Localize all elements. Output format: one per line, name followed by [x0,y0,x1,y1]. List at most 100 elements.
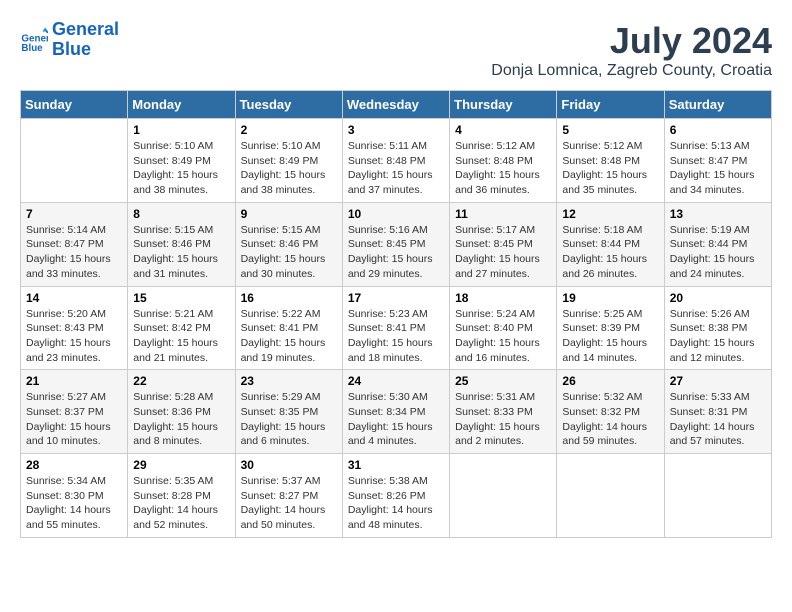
daylight-text-cont: and 21 minutes. [133,351,229,366]
sunrise-text: Sunrise: 5:20 AM [26,307,122,322]
daylight-text: Daylight: 15 hours [348,420,444,435]
column-header-friday: Friday [557,91,664,119]
day-info: Sunrise: 5:32 AMSunset: 8:32 PMDaylight:… [562,390,658,449]
daylight-text: Daylight: 15 hours [241,252,337,267]
day-number: 11 [455,207,551,221]
day-number: 29 [133,458,229,472]
daylight-text-cont: and 57 minutes. [670,434,766,449]
daylight-text: Daylight: 15 hours [241,336,337,351]
day-number: 7 [26,207,122,221]
day-number: 12 [562,207,658,221]
daylight-text: Daylight: 15 hours [670,336,766,351]
sunset-text: Sunset: 8:46 PM [133,237,229,252]
svg-text:Blue: Blue [21,43,43,54]
daylight-text: Daylight: 15 hours [26,336,122,351]
calendar-cell: 31Sunrise: 5:38 AMSunset: 8:26 PMDayligh… [342,454,449,538]
day-number: 10 [348,207,444,221]
day-number: 18 [455,291,551,305]
day-number: 15 [133,291,229,305]
calendar-cell: 28Sunrise: 5:34 AMSunset: 8:30 PMDayligh… [21,454,128,538]
calendar-cell: 16 Sunrise: 5:22 AMSunset: 8:41 PMDayligh… [235,286,342,370]
calendar-week-3: 14Sunrise: 5:20 AMSunset: 8:43 PMDayligh… [21,286,772,370]
day-info: Sunrise: 5:13 AMSunset: 8:47 PMDaylight:… [670,139,766,198]
day-info: Sunrise: 5:31 AMSunset: 8:33 PMDaylight:… [455,390,551,449]
calendar-cell: 12Sunrise: 5:18 AMSunset: 8:44 PMDayligh… [557,202,664,286]
daylight-text: Daylight: 15 hours [133,168,229,183]
sunrise-text: Sunrise: 5:17 AM [455,223,551,238]
calendar-cell: 25Sunrise: 5:31 AMSunset: 8:33 PMDayligh… [450,370,557,454]
logo: General Blue General Blue [20,20,119,60]
sunset-text: Sunset: 8:45 PM [455,237,551,252]
daylight-text-cont: and 59 minutes. [562,434,658,449]
daylight-text: Daylight: 15 hours [26,420,122,435]
calendar-header: SundayMondayTuesdayWednesdayThursdayFrid… [21,91,772,119]
day-number: 6 [670,123,766,137]
day-info: Sunrise: 5:12 AMSunset: 8:48 PMDaylight:… [562,139,658,198]
logo-text: General Blue [52,20,119,60]
daylight-text: Daylight: 15 hours [26,252,122,267]
day-info: Sunrise: 5:27 AMSunset: 8:37 PMDaylight:… [26,390,122,449]
day-number: 24 [348,374,444,388]
title-section: July 2024 Donja Lomnica, Zagreb County, … [491,20,772,80]
day-info: Sunrise: 5:16 AMSunset: 8:45 PMDaylight:… [348,223,444,282]
sunrise-text: Sunrise: 5:18 AM [562,223,658,238]
day-info: Sunrise: 5:21 AMSunset: 8:42 PMDaylight:… [133,307,229,366]
column-header-sunday: Sunday [21,91,128,119]
day-number: 31 [348,458,444,472]
sunset-text: Sunset: 8:27 PM [241,489,337,504]
calendar-cell: 1Sunrise: 5:10 AMSunset: 8:49 PMDaylight… [128,119,235,203]
daylight-text: Daylight: 15 hours [133,252,229,267]
sunrise-text: Sunrise: 5:23 AM [348,307,444,322]
daylight-text: Daylight: 14 hours [133,503,229,518]
calendar-cell [664,454,771,538]
sunrise-text: Sunrise: 5:19 AM [670,223,766,238]
daylight-text: Daylight: 15 hours [133,336,229,351]
sunset-text: Sunset: 8:30 PM [26,489,122,504]
sunrise-text: Sunrise: 5:37 AM [241,474,337,489]
sunrise-text: Sunrise: 5:15 AM [133,223,229,238]
daylight-text-cont: and 52 minutes. [133,518,229,533]
sunset-text: Sunset: 8:38 PM [670,321,766,336]
sunset-text: Sunset: 8:48 PM [455,154,551,169]
daylight-text: Daylight: 15 hours [562,252,658,267]
sunset-text: Sunset: 8:32 PM [562,405,658,420]
calendar-body: 1Sunrise: 5:10 AMSunset: 8:49 PMDaylight… [21,119,772,538]
day-number: 2 [241,123,337,137]
sunrise-text: Sunrise: 5:22 AM [241,307,337,322]
sunrise-text: Sunrise: 5:38 AM [348,474,444,489]
daylight-text-cont: and 38 minutes. [241,183,337,198]
sunset-text: Sunset: 8:42 PM [133,321,229,336]
calendar-cell: 15 Sunrise: 5:21 AMSunset: 8:42 PMDayligh… [128,286,235,370]
day-info: Sunrise: 5:10 AMSunset: 8:49 PMDaylight:… [133,139,229,198]
sunrise-text: Sunrise: 5:12 AM [562,139,658,154]
daylight-text-cont: and 19 minutes. [241,351,337,366]
sunset-text: Sunset: 8:48 PM [348,154,444,169]
sunrise-text: Sunrise: 5:13 AM [670,139,766,154]
day-number: 19 [562,291,658,305]
day-number: 4 [455,123,551,137]
sunrise-text: Sunrise: 5:31 AM [455,390,551,405]
sunrise-text: Sunrise: 5:11 AM [348,139,444,154]
sunset-text: Sunset: 8:41 PM [241,321,337,336]
column-header-tuesday: Tuesday [235,91,342,119]
day-number: 16 [241,291,337,305]
calendar-cell: 19Sunrise: 5:25 AMSunset: 8:39 PMDayligh… [557,286,664,370]
calendar-cell: 30Sunrise: 5:37 AMSunset: 8:27 PMDayligh… [235,454,342,538]
sunrise-text: Sunrise: 5:28 AM [133,390,229,405]
day-info: Sunrise: 5:15 AMSunset: 8:46 PMDaylight:… [241,223,337,282]
day-info: Sunrise: 5:17 AMSunset: 8:45 PMDaylight:… [455,223,551,282]
calendar-cell: 7Sunrise: 5:14 AMSunset: 8:47 PMDaylight… [21,202,128,286]
daylight-text-cont: and 14 minutes. [562,351,658,366]
calendar-cell: 13Sunrise: 5:19 AMSunset: 8:44 PMDayligh… [664,202,771,286]
sunset-text: Sunset: 8:35 PM [241,405,337,420]
sunset-text: Sunset: 8:41 PM [348,321,444,336]
sunrise-text: Sunrise: 5:34 AM [26,474,122,489]
day-number: 30 [241,458,337,472]
day-number: 20 [670,291,766,305]
day-number: 27 [670,374,766,388]
sunrise-text: Sunrise: 5:25 AM [562,307,658,322]
day-number: 14 [26,291,122,305]
sunrise-text: Sunrise: 5:21 AM [133,307,229,322]
daylight-text-cont: and 10 minutes. [26,434,122,449]
daylight-text: Daylight: 15 hours [455,252,551,267]
